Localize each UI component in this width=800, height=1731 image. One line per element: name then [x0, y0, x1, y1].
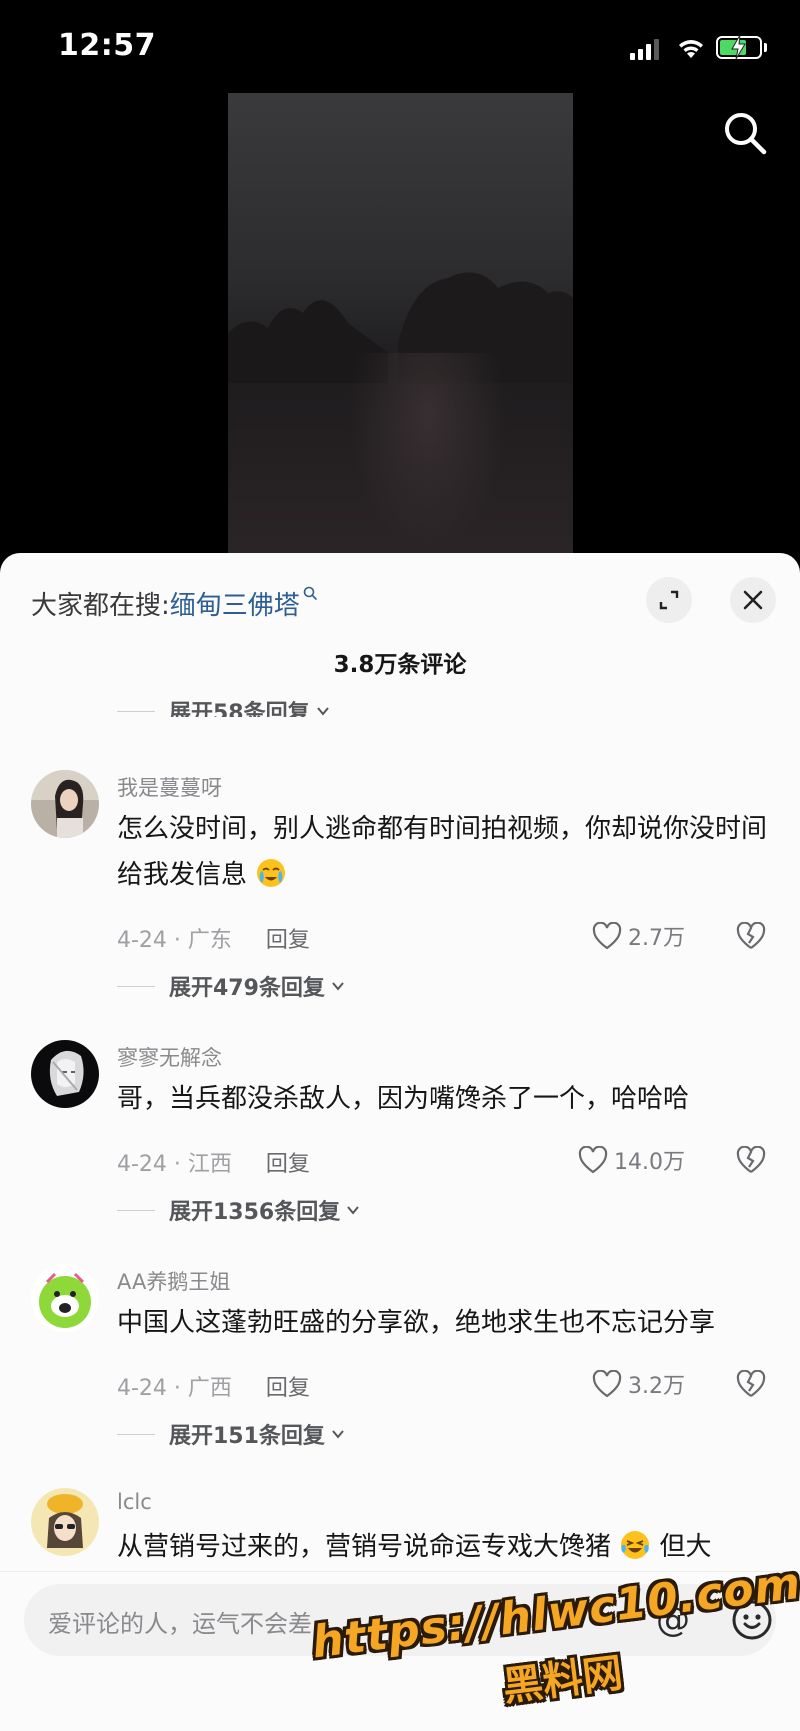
expand-replies-label: 展开479条回复	[169, 976, 325, 1001]
comment-text: 中国人这蓬勃旺盛的分享欲，绝地求生也不忘记分享	[117, 1308, 716, 1338]
comment-text: 从营销号过来的，营销号说命运专戏大馋猪 但大	[117, 1524, 777, 1570]
comment-count: 3.8万条评论	[333, 652, 467, 678]
divider	[117, 985, 155, 987]
avatar[interactable]	[31, 1040, 99, 1108]
comment-text: 怎么没时间，别人逃命都有时间拍视频，你却说你没时间给我发信息	[117, 806, 777, 898]
reply-button[interactable]: 回复	[266, 922, 310, 954]
like-button[interactable]: 14.0万	[578, 1144, 685, 1176]
heart-icon	[592, 1370, 622, 1398]
comment-input-placeholder: 爱评论的人，运气不会差	[48, 1610, 312, 1638]
expand-replies-label: 展开58条回复	[169, 701, 310, 717]
laughing-crying-emoji	[621, 1531, 650, 1559]
comment-date-location: 4-24 · 广东	[117, 928, 232, 953]
expand-icon	[659, 590, 679, 610]
crying-face-emoji	[257, 859, 286, 887]
comment-text-body: 怎么没时间，别人逃命都有时间拍视频，你却说你没时间给我发信息	[117, 814, 768, 890]
chevron-down-icon	[347, 1206, 360, 1215]
heart-icon	[578, 1146, 608, 1174]
search-icon	[303, 586, 317, 600]
cellular-signal-icon	[630, 38, 659, 60]
status-time: 12:57	[58, 28, 156, 63]
chevron-down-icon	[316, 707, 329, 716]
broken-heart-icon[interactable]	[736, 1146, 766, 1174]
comment-username[interactable]: lclc	[117, 1490, 152, 1514]
expand-sheet-button[interactable]	[646, 577, 692, 623]
comment-text: 哥，当兵都没杀敌人，因为嘴馋杀了一个，哈哈哈	[117, 1084, 690, 1114]
avatar[interactable]	[31, 1488, 99, 1556]
expand-replies-button[interactable]: 展开58条回复	[117, 687, 330, 717]
reply-button[interactable]: 回复	[266, 1370, 310, 1402]
like-count: 3.2万	[628, 1374, 685, 1399]
comment-username[interactable]: 我是蔓蔓呀	[117, 772, 222, 802]
comment-meta: 4-24 · 广西 回复	[117, 1370, 310, 1402]
avatar[interactable]	[31, 770, 99, 838]
search-icon[interactable]	[722, 110, 768, 156]
like-count: 2.7万	[628, 926, 685, 951]
like-button[interactable]: 2.7万	[592, 920, 685, 952]
expand-replies-button[interactable]: 展开1356条回复	[117, 1194, 360, 1226]
divider	[117, 710, 155, 712]
divider	[117, 1433, 155, 1435]
trending-search-prefix: 大家都在搜:	[31, 590, 170, 621]
expand-replies-label: 展开1356条回复	[169, 1200, 341, 1225]
reply-button[interactable]: 回复	[266, 1146, 310, 1178]
avatar[interactable]	[31, 1264, 99, 1332]
close-icon	[743, 590, 763, 610]
comment-date-location: 4-24 · 江西	[117, 1152, 232, 1177]
like-count: 14.0万	[614, 1150, 685, 1175]
comment-text-body: 从营销号过来的，营销号说命运专戏大馋猪	[117, 1532, 612, 1562]
battery-tip	[764, 43, 767, 52]
watermark-name: 黑料网	[500, 1650, 626, 1711]
trending-search-term[interactable]: 缅甸三佛塔	[170, 585, 300, 622]
expand-replies-button[interactable]: 展开151条回复	[117, 1418, 345, 1450]
comment-username[interactable]: 寥寥无解念	[117, 1042, 222, 1072]
charging-bolt-icon	[731, 34, 746, 60]
comment-sheet: 大家都在搜: 缅甸三佛塔 3.8万条评论 展开58条回复 我是蔓蔓呀 怎么没时间…	[0, 553, 800, 1731]
expand-replies-label: 展开151条回复	[169, 1424, 325, 1449]
video-player[interactable]	[228, 93, 573, 553]
trending-search[interactable]: 大家都在搜: 缅甸三佛塔	[31, 583, 318, 623]
comment-meta: 4-24 · 江西 回复	[117, 1146, 310, 1178]
status-bar: 12:57	[0, 0, 800, 92]
broken-heart-icon[interactable]	[736, 1370, 766, 1398]
divider	[117, 1209, 155, 1211]
expand-replies-button[interactable]: 展开479条回复	[117, 970, 345, 1002]
comment-username[interactable]: AA养鹅王姐	[117, 1266, 230, 1296]
comment-meta: 4-24 · 广东 回复	[117, 922, 310, 954]
heart-icon	[592, 922, 622, 950]
comment-date-location: 4-24 · 广西	[117, 1376, 232, 1401]
chevron-down-icon	[332, 982, 344, 991]
video-path-glow	[348, 353, 508, 553]
comment-text-tail: 但大	[659, 1532, 712, 1562]
broken-heart-icon[interactable]	[736, 922, 766, 950]
chevron-down-icon	[332, 1430, 344, 1439]
wifi-icon	[679, 40, 703, 58]
close-button[interactable]	[730, 577, 776, 623]
like-button[interactable]: 3.2万	[592, 1368, 685, 1400]
